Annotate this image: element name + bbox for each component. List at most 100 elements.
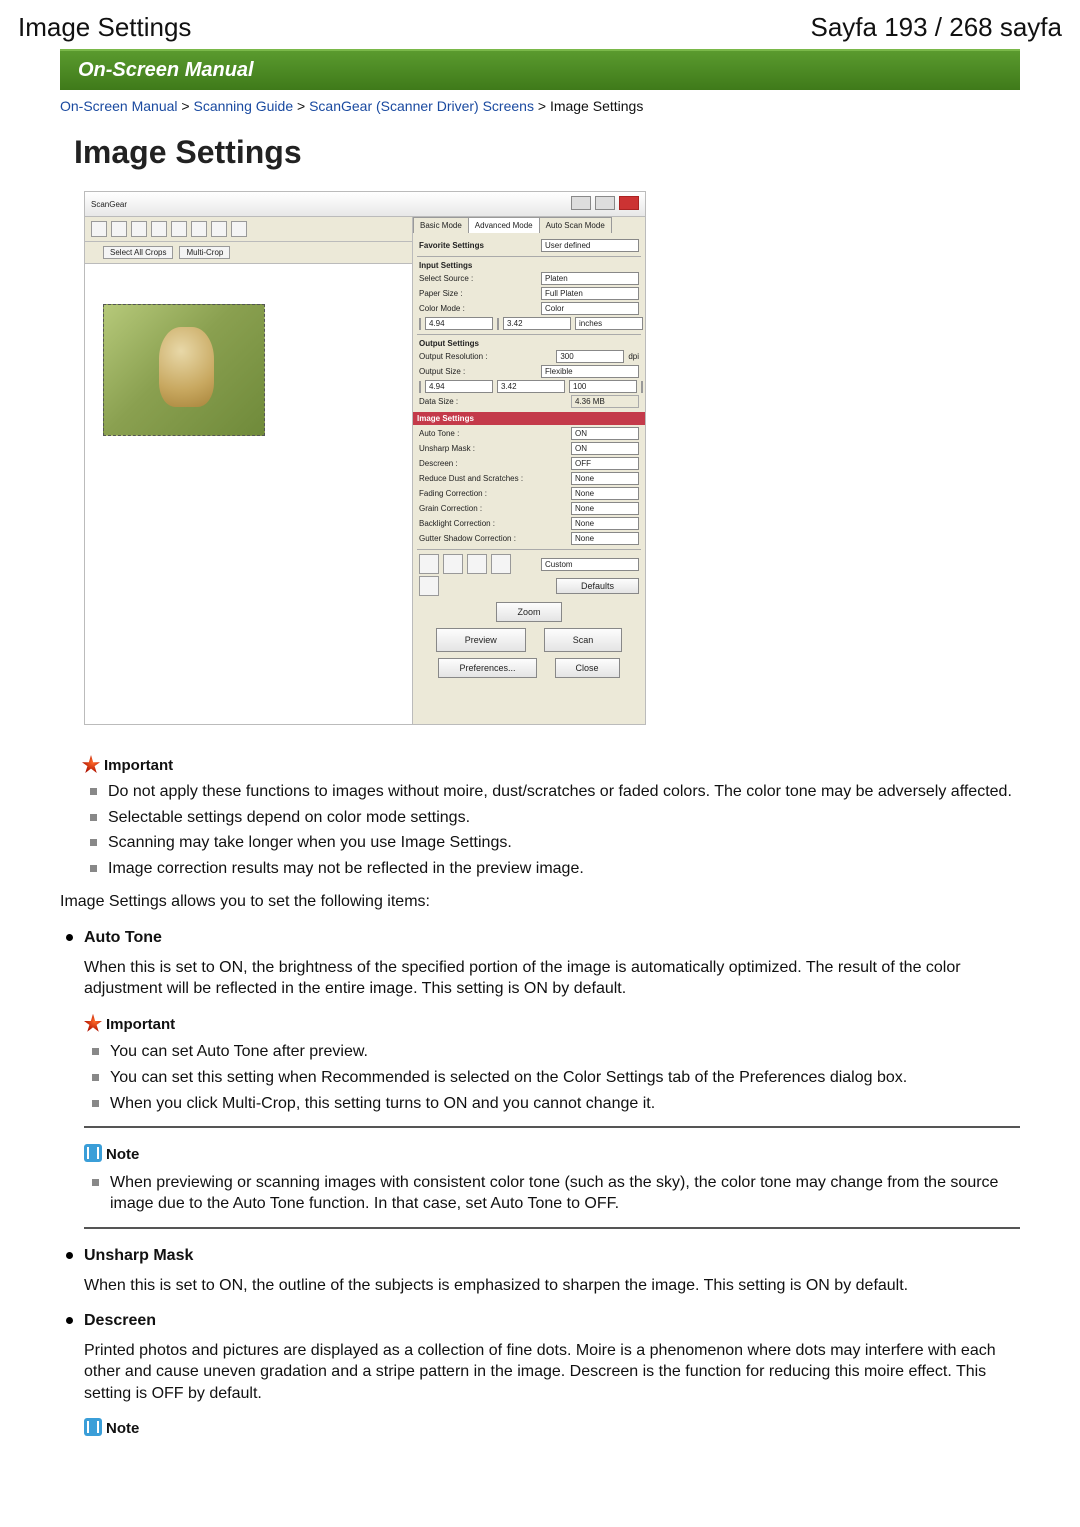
important-icon: [84, 1014, 102, 1032]
important-list: Do not apply these functions to images w…: [82, 781, 1020, 879]
auto-tone-term: Auto Tone: [84, 927, 1020, 949]
reduce-dust-select[interactable]: None: [571, 472, 639, 485]
input-width-field[interactable]: 4.94: [425, 317, 493, 330]
preview-button[interactable]: Preview: [436, 628, 526, 652]
input-unit-select[interactable]: inches: [575, 317, 643, 330]
mode-tabs: Basic Mode Advanced Mode Auto Scan Mode: [413, 217, 645, 233]
image-settings-group: Image Settings: [413, 412, 645, 425]
fading-correction-label: Fading Correction :: [419, 489, 567, 498]
tool-icon[interactable]: [91, 221, 107, 237]
output-percent-field[interactable]: 100: [569, 380, 637, 393]
list-item: Image correction results may not be refl…: [82, 858, 1020, 880]
note-icon: [84, 1144, 102, 1162]
adjust-icon[interactable]: [419, 576, 439, 596]
descreen-label: Descreen :: [419, 459, 567, 468]
data-size-label: Data Size :: [419, 397, 567, 406]
breadcrumb: On-Screen Manual > Scanning Guide > Scan…: [60, 90, 1020, 134]
select-source-select[interactable]: Platen: [541, 272, 639, 285]
window-buttons: [569, 196, 639, 212]
multi-crop-button[interactable]: Multi-Crop: [179, 246, 230, 259]
divider: [84, 1126, 1020, 1128]
auto-tone-label: Auto Tone :: [419, 429, 567, 438]
crumb-scangear-screens[interactable]: ScanGear (Scanner Driver) Screens: [309, 98, 534, 114]
tab-auto-scan-mode[interactable]: Auto Scan Mode: [539, 217, 612, 233]
auto-tone-desc: When this is set to ON, the brightness o…: [84, 957, 1020, 1000]
color-mode-label: Color Mode :: [419, 304, 537, 313]
grain-correction-label: Grain Correction :: [419, 504, 567, 513]
minimize-icon[interactable]: [571, 196, 591, 210]
list-item: You can set Auto Tone after preview.: [84, 1041, 1020, 1063]
list-item: Selectable settings depend on color mode…: [82, 807, 1020, 829]
scan-button[interactable]: Scan: [544, 628, 623, 652]
paper-size-label: Paper Size :: [419, 289, 537, 298]
tool-icon[interactable]: [151, 221, 167, 237]
backlight-correction-select[interactable]: None: [571, 517, 639, 530]
input-height-field[interactable]: 3.42: [503, 317, 571, 330]
tab-basic-mode[interactable]: Basic Mode: [413, 217, 469, 233]
fading-correction-select[interactable]: None: [571, 487, 639, 500]
page-title: Image Settings: [74, 134, 1020, 171]
tool-icon[interactable]: [131, 221, 147, 237]
page-header-right: Sayfa 193 / 268 sayfa: [810, 12, 1062, 43]
output-resolution-select[interactable]: 300: [556, 350, 624, 363]
percent-stepper-icon[interactable]: [641, 381, 643, 393]
favorite-settings-label: Favorite Settings: [419, 241, 537, 250]
close-icon[interactable]: [619, 196, 639, 210]
select-all-crops-button[interactable]: Select All Crops: [103, 246, 173, 259]
list-item: Do not apply these functions to images w…: [82, 781, 1020, 803]
important-title: Important: [104, 757, 173, 774]
output-size-select[interactable]: Flexible: [541, 365, 639, 378]
close-button[interactable]: Close: [555, 658, 620, 678]
unsharp-mask-desc: When this is set to ON, the outline of t…: [84, 1275, 1020, 1297]
tool-icon[interactable]: [211, 221, 227, 237]
dpi-label: dpi: [628, 352, 639, 361]
tool-icon[interactable]: [171, 221, 187, 237]
zoom-button[interactable]: Zoom: [496, 602, 561, 622]
descreen-select[interactable]: OFF: [571, 457, 639, 470]
link-icon[interactable]: [419, 318, 421, 330]
link-icon[interactable]: [419, 381, 421, 393]
note-title: Note: [106, 1420, 139, 1437]
preferences-button[interactable]: Preferences...: [438, 658, 536, 678]
backlight-correction-label: Backlight Correction :: [419, 519, 567, 528]
preview-area[interactable]: [85, 264, 412, 724]
adjust-icon[interactable]: [443, 554, 463, 574]
swap-icon[interactable]: [497, 318, 499, 330]
crumb-scanning-guide[interactable]: Scanning Guide: [193, 98, 293, 114]
paper-size-select[interactable]: Full Platen: [541, 287, 639, 300]
tab-advanced-mode[interactable]: Advanced Mode: [468, 217, 540, 233]
maximize-icon[interactable]: [595, 196, 615, 210]
grain-correction-select[interactable]: None: [571, 502, 639, 515]
tool-icon[interactable]: [191, 221, 207, 237]
note-title: Note: [106, 1146, 139, 1163]
custom-select[interactable]: Custom: [541, 558, 639, 571]
gutter-shadow-select[interactable]: None: [571, 532, 639, 545]
important-title: Important: [106, 1016, 175, 1033]
list-item: Descreen Printed photos and pictures are…: [60, 1310, 1020, 1440]
list-item: You can set this setting when Recommende…: [84, 1067, 1020, 1089]
adjust-icon[interactable]: [467, 554, 487, 574]
favorite-settings-select[interactable]: User defined: [541, 239, 639, 252]
output-height-field[interactable]: 3.42: [497, 380, 565, 393]
list-item: Auto Tone When this is set to ON, the br…: [60, 927, 1020, 1229]
unsharp-mask-label: Unsharp Mask :: [419, 444, 567, 453]
manual-titlebar: On-Screen Manual: [60, 49, 1020, 90]
unsharp-mask-select[interactable]: ON: [571, 442, 639, 455]
scangear-window: ScanGear: [84, 191, 646, 725]
intro-text: Image Settings allows you to set the fol…: [60, 891, 1020, 913]
crumb-manual[interactable]: On-Screen Manual: [60, 98, 178, 114]
adjust-icon[interactable]: [419, 554, 439, 574]
output-settings-group: Output Settings: [419, 339, 639, 348]
help-icon[interactable]: [231, 221, 247, 237]
output-width-field[interactable]: 4.94: [425, 380, 493, 393]
defaults-button[interactable]: Defaults: [556, 578, 639, 594]
tool-icon[interactable]: [111, 221, 127, 237]
descreen-term: Descreen: [84, 1310, 1020, 1332]
auto-tone-select[interactable]: ON: [571, 427, 639, 440]
input-settings-group: Input Settings: [419, 261, 639, 270]
descreen-desc: Printed photos and pictures are displaye…: [84, 1340, 1020, 1405]
color-mode-select[interactable]: Color: [541, 302, 639, 315]
adjust-icon[interactable]: [491, 554, 511, 574]
preview-image: [103, 304, 265, 436]
unsharp-mask-term: Unsharp Mask: [84, 1245, 1020, 1267]
